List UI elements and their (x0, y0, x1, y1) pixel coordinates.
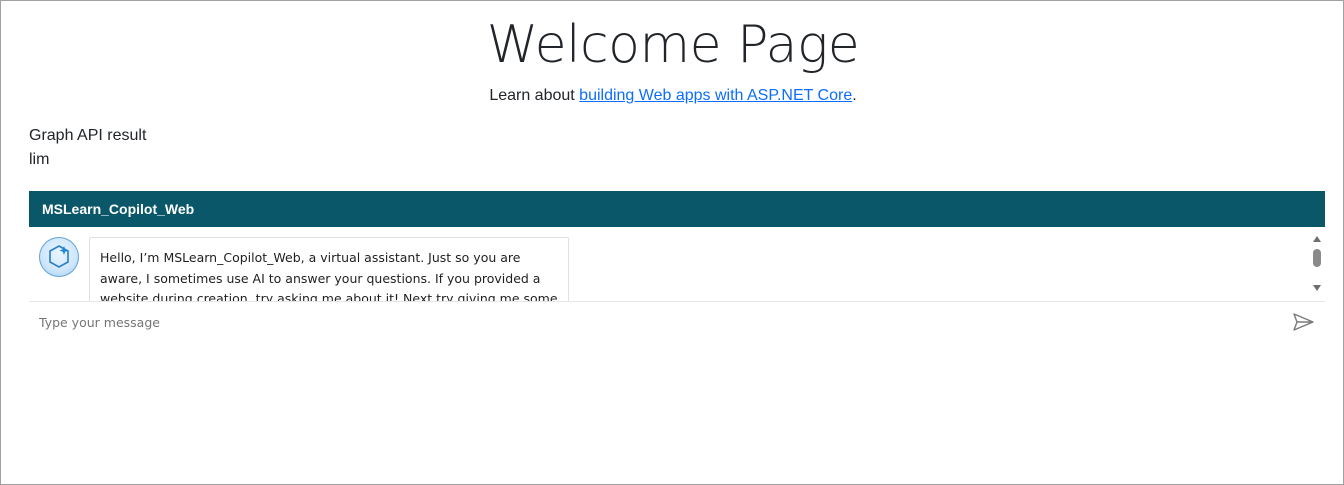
page: Welcome Page Learn about building Web ap… (0, 0, 1344, 485)
copilot-chat-widget: MSLearn_Copilot_Web Hello, I’m MSLearn_C… (29, 191, 1325, 345)
scroll-up-arrow-icon[interactable] (1313, 236, 1321, 242)
bot-message-bubble: Hello, I’m MSLearn_Copilot_Web, a virtua… (89, 237, 569, 302)
subtitle-prefix: Learn about (489, 87, 580, 104)
subtitle-suffix: . (852, 87, 857, 104)
copilot-avatar-icon (39, 237, 79, 277)
send-button[interactable] (1289, 310, 1317, 334)
chat-transcript[interactable]: Hello, I’m MSLearn_Copilot_Web, a virtua… (29, 227, 1325, 302)
welcome-subtitle: Learn about building Web apps with ASP.N… (1, 86, 1344, 106)
graph-api-value: lim (29, 151, 50, 168)
chat-title: MSLearn_Copilot_Web (42, 201, 195, 217)
message-input[interactable] (29, 302, 1269, 342)
graph-api-label: Graph API result (29, 127, 147, 144)
transcript-scrollbar[interactable] (1309, 227, 1325, 301)
send-arrow-icon (1293, 313, 1314, 331)
chat-header: MSLearn_Copilot_Web (29, 191, 1325, 227)
bot-message-text: Hello, I’m MSLearn_Copilot_Web, a virtua… (100, 250, 558, 302)
page-title: Welcome Page (486, 15, 860, 75)
message-composer (29, 302, 1325, 342)
aspnet-core-link[interactable]: building Web apps with ASP.NET Core (579, 87, 852, 104)
hexagon-sparkle-icon (49, 245, 69, 268)
scroll-down-arrow-icon[interactable] (1313, 285, 1321, 291)
scroll-thumb[interactable] (1313, 249, 1321, 267)
